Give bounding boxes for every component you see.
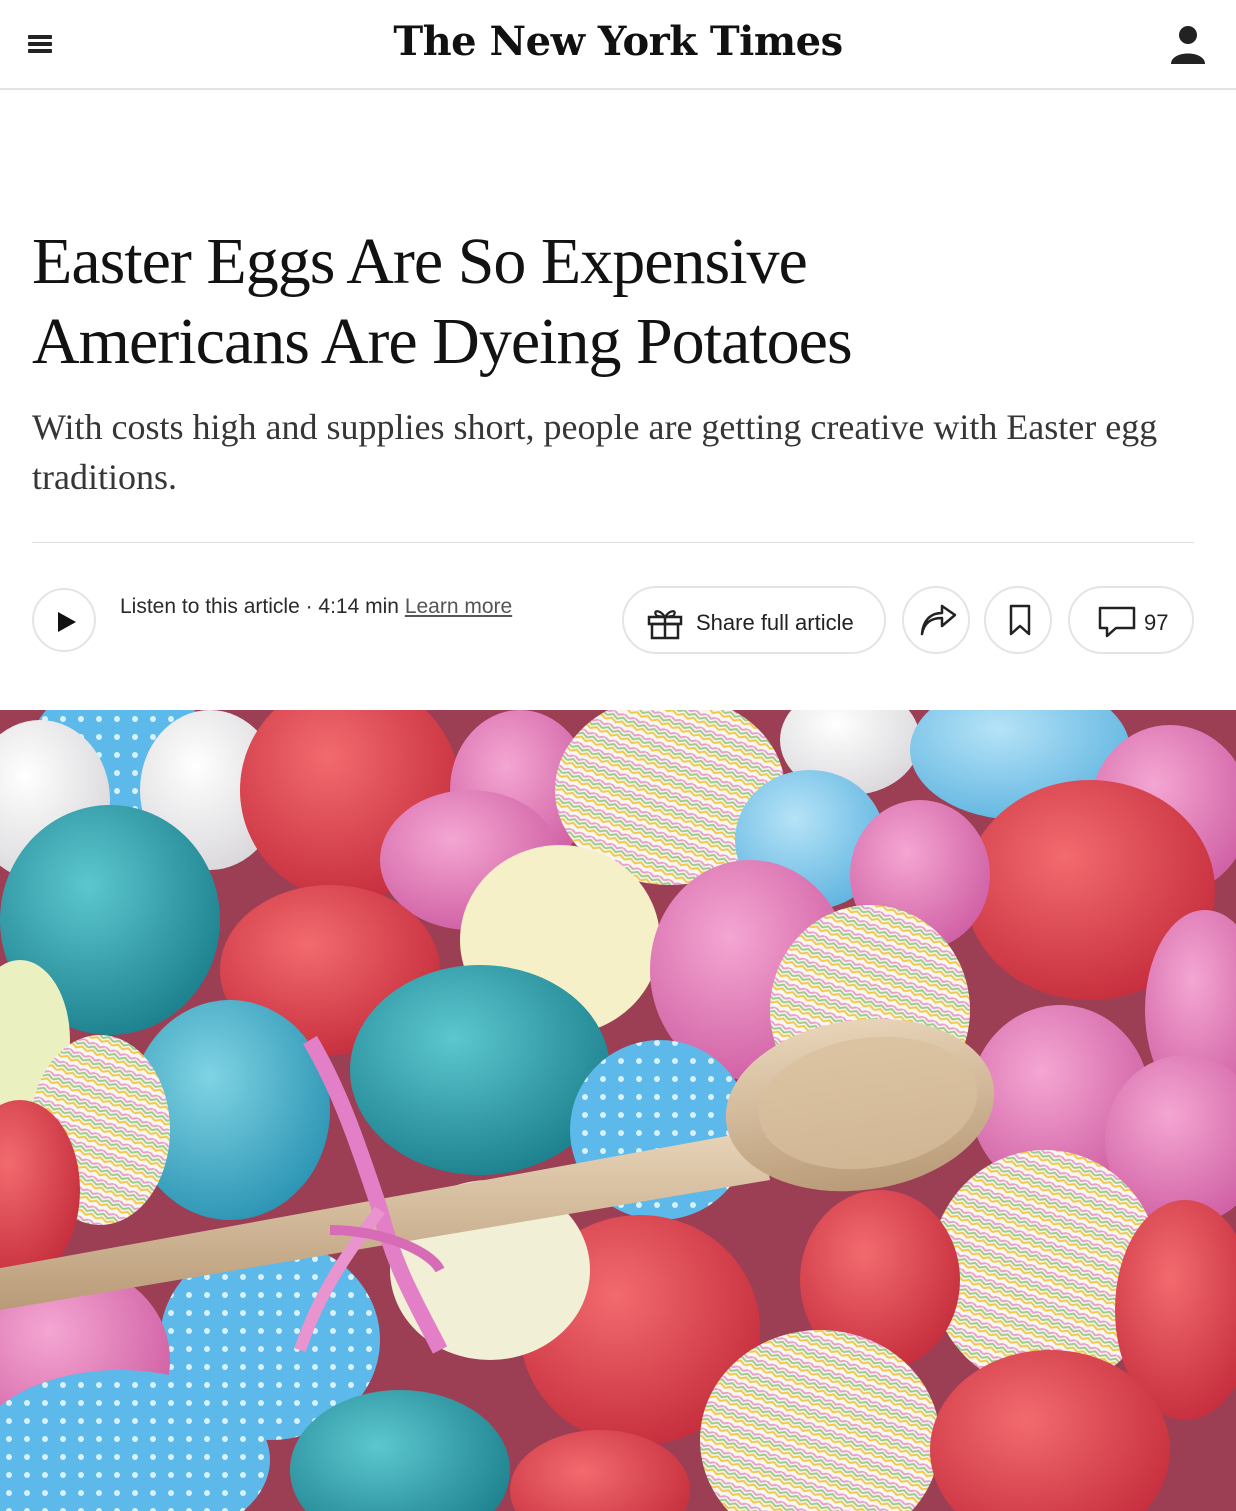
bookmark-icon	[1009, 604, 1031, 636]
listen-info: Listen to this article · 4:14 min Learn …	[120, 594, 540, 620]
headline-line-1: Easter Eggs Are So Expensive	[32, 225, 808, 298]
share-button[interactable]	[902, 586, 970, 654]
top-navigation-bar: The New York Times	[0, 0, 1236, 90]
comments-count: 97	[1144, 610, 1169, 635]
article-summary: With costs high and supplies short, peop…	[32, 407, 1158, 497]
account-icon[interactable]	[1168, 22, 1208, 66]
comment-icon	[1098, 606, 1136, 638]
share-full-article-button[interactable]: Share full article	[622, 586, 886, 654]
share-full-article-label: Share full article	[696, 610, 854, 635]
divider	[32, 542, 1194, 543]
listen-label: Listen to this article · 4:14 min	[120, 595, 399, 618]
article-headline: Easter Eggs Are So Expensive Americans A…	[32, 222, 1152, 382]
save-bookmark-button[interactable]	[984, 586, 1052, 654]
article-toolbar: Listen to this article · 4:14 min Learn …	[0, 580, 1236, 664]
learn-more-link[interactable]: Learn more	[405, 595, 512, 618]
share-icon	[920, 604, 957, 636]
article-lead-image	[0, 710, 1236, 1511]
masthead-logo[interactable]: The New York Times	[0, 18, 1236, 65]
easter-eggs-photo	[0, 710, 1236, 1511]
comments-button[interactable]: 97	[1068, 586, 1194, 654]
headline-line-2: Americans Are Dyeing Potatoes	[32, 305, 853, 378]
gift-icon	[647, 610, 683, 640]
play-icon	[58, 612, 76, 632]
play-audio-button[interactable]	[32, 588, 96, 652]
